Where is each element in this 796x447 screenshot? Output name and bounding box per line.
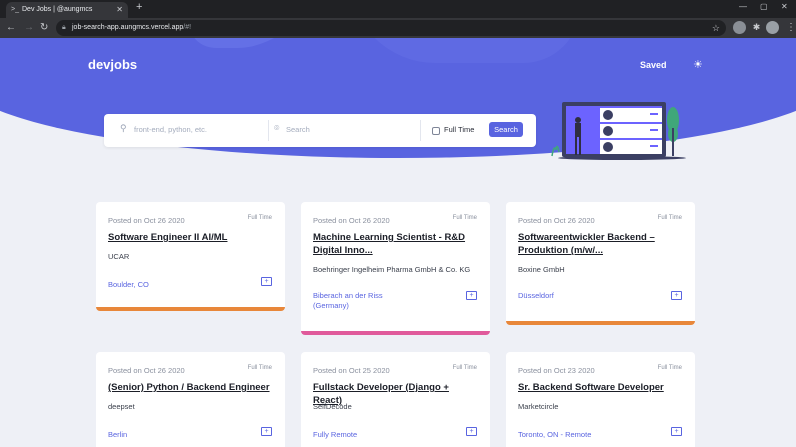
reload-icon[interactable]: ↻ (40, 20, 48, 36)
save-folder-icon[interactable]: + (671, 427, 682, 436)
job-title-link[interactable]: Sr. Backend Software Developer (518, 381, 683, 394)
location-search-input[interactable]: Search (286, 125, 310, 134)
saved-link[interactable]: Saved (640, 60, 667, 70)
job-type: Full Time (247, 365, 272, 371)
company-name: Marketcircle (518, 402, 559, 411)
job-type: Full Time (452, 365, 477, 371)
posted-date: Posted on Oct 26 2020 (313, 216, 390, 225)
keyword-search-input[interactable]: front-end, python, etc. (134, 125, 207, 134)
job-location: Düsseldorf (518, 291, 554, 300)
fulltime-label[interactable]: Full Time (444, 125, 474, 134)
maximize-icon[interactable]: ▢ (760, 2, 768, 11)
extension-icon[interactable] (733, 21, 746, 34)
job-location: Boulder, CO (108, 280, 149, 289)
search-icon: ⚲ (120, 123, 127, 133)
job-type: Full Time (657, 365, 682, 371)
save-folder-icon[interactable]: + (261, 427, 272, 436)
job-type: Full Time (247, 215, 272, 221)
devjobs-logo[interactable]: devjobs (88, 57, 137, 72)
theme-toggle-sun-icon[interactable]: ☀ (693, 58, 703, 71)
job-location: Berlin (108, 430, 128, 439)
save-folder-icon[interactable]: + (261, 277, 272, 286)
company-name: UCAR (108, 252, 130, 261)
job-title-link[interactable]: (Senior) Python / Backend Engineer (108, 381, 273, 394)
job-type: Full Time (657, 215, 682, 221)
job-location: Toronto, ON - Remote (518, 430, 592, 439)
posted-date: Posted on Oct 26 2020 (108, 366, 185, 375)
close-window-icon[interactable]: ✕ (781, 2, 788, 11)
search-bar: ⚲ front-end, python, etc. ⌾ Search Full … (104, 114, 536, 147)
save-folder-icon[interactable]: + (466, 291, 477, 300)
job-card[interactable]: Posted on Oct 26 2020 Full Time Software E… (96, 202, 285, 311)
bookmark-star-icon[interactable]: ☆ (712, 20, 720, 36)
job-card[interactable]: Posted on Oct 23 2020 Full Time Sr. Backen… (506, 352, 695, 447)
job-location: Fully Remote (313, 430, 358, 439)
fulltime-checkbox[interactable] (432, 127, 440, 135)
job-title-link[interactable]: Software Engineer II AI/ML (108, 231, 273, 244)
browser-toolbar: ← → ↻ 🔒︎ job-search-app.aungmcs.vercel.a… (0, 18, 796, 38)
job-location: Biberach an der Riss (Germany) (313, 291, 383, 310)
tab-title: Dev Jobs | @aungmcs (22, 6, 93, 13)
more-menu-icon[interactable]: ⋮ (786, 20, 796, 36)
card-accent-bar (506, 321, 695, 325)
address-bar[interactable]: 🔒︎ job-search-app.aungmcs.vercel.app/#! … (56, 20, 726, 36)
browser-tab[interactable]: >_ Dev Jobs | @aungmcs ✕ (6, 2, 128, 18)
company-name: SelfDecode (313, 402, 352, 411)
posted-date: Posted on Oct 26 2020 (108, 216, 185, 225)
company-name: Boehringer Ingelheim Pharma GmbH & Co. K… (313, 265, 471, 274)
terminal-favicon-icon: >_ (11, 6, 19, 13)
profile-avatar-icon[interactable] (766, 21, 779, 34)
divider (420, 120, 421, 141)
job-title-link[interactable]: Softwareentwickler Backend – Produktion … (518, 231, 683, 257)
save-folder-icon[interactable]: + (466, 427, 477, 436)
hero-decoration (177, 38, 323, 48)
lock-icon: 🔒︎ (62, 24, 66, 31)
browser-tab-bar: >_ Dev Jobs | @aungmcs ✕ + — ▢ ✕ (0, 0, 796, 18)
hero-decoration (350, 38, 580, 63)
company-name: deepset (108, 402, 135, 411)
search-button[interactable]: Search (489, 122, 523, 137)
url-path: /#! (183, 24, 192, 31)
job-card[interactable]: Posted on Oct 25 2020 Full Time Fullstack … (301, 352, 490, 447)
divider (268, 120, 269, 141)
job-search-illustration (551, 102, 686, 160)
forward-icon[interactable]: → (24, 20, 34, 36)
location-pin-icon: ⌾ (274, 123, 280, 133)
posted-date: Posted on Oct 23 2020 (518, 366, 595, 375)
puzzle-extensions-icon[interactable]: ✱ (750, 21, 763, 34)
job-card[interactable]: Posted on Oct 26 2020 Full Time Machine Le… (301, 202, 490, 335)
job-type: Full Time (452, 215, 477, 221)
new-tab-icon[interactable]: + (136, 1, 142, 13)
company-name: Boxine GmbH (518, 265, 565, 274)
url-host: job-search-app.aungmcs.vercel.app (72, 24, 184, 31)
job-card[interactable]: Posted on Oct 26 2020 Full Time Softwareen… (506, 202, 695, 325)
card-accent-bar (301, 331, 490, 335)
posted-date: Posted on Oct 25 2020 (313, 366, 390, 375)
close-tab-icon[interactable]: ✕ (116, 2, 123, 18)
job-title-link[interactable]: Machine Learning Scientist - R&D Digital… (313, 231, 478, 257)
save-folder-icon[interactable]: + (671, 291, 682, 300)
posted-date: Posted on Oct 26 2020 (518, 216, 595, 225)
job-card[interactable]: Posted on Oct 26 2020 Full Time (Senior) P… (96, 352, 285, 447)
back-icon[interactable]: ← (6, 20, 16, 36)
page: devjobs Saved ☀ ⚲ front-end, python, etc… (0, 38, 796, 447)
minimize-icon[interactable]: — (739, 2, 747, 11)
card-accent-bar (96, 307, 285, 311)
